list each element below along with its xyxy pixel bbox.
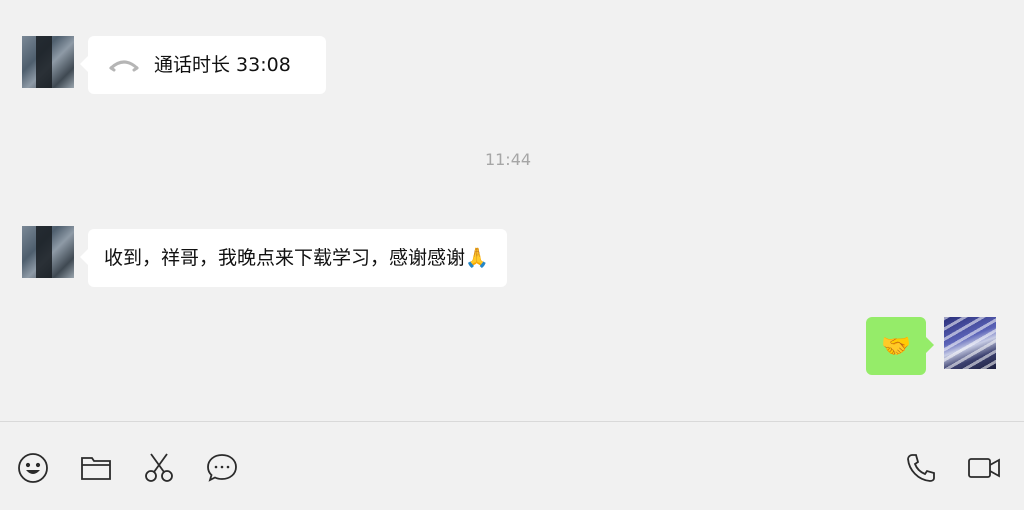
self-avatar[interactable]: [944, 317, 996, 369]
peer-avatar[interactable]: [22, 36, 74, 88]
emoji-icon[interactable]: [15, 450, 51, 486]
call-record-bubble[interactable]: 通话时长 33:08: [80, 36, 326, 95]
handshake-emoji: 🤝: [881, 332, 911, 360]
message-timestamp: 11:44: [484, 150, 532, 169]
call-duration-text: 通话时长 33:08: [154, 54, 291, 76]
chat-message-area[interactable]: 通话时长 33:08 11:44 收到，祥哥，我晚点来下载学习，感谢感谢🙏 🤝: [0, 0, 1024, 421]
video-camera-icon[interactable]: [966, 450, 1002, 486]
scissors-icon[interactable]: [141, 450, 177, 486]
peer-message-text: 收到，祥哥，我晚点来下载学习，感谢感谢🙏: [104, 247, 489, 269]
self-message-bubble[interactable]: 🤝: [866, 317, 934, 375]
chat-bubble-icon[interactable]: [204, 450, 240, 486]
peer-message-bubble[interactable]: 收到，祥哥，我晚点来下载学习，感谢感谢🙏: [80, 229, 507, 287]
phone-icon[interactable]: [903, 450, 939, 486]
folder-icon[interactable]: [78, 450, 114, 486]
peer-avatar[interactable]: [22, 226, 74, 278]
chat-toolbar: [0, 422, 1024, 510]
phone-hangup-icon: [108, 37, 140, 95]
